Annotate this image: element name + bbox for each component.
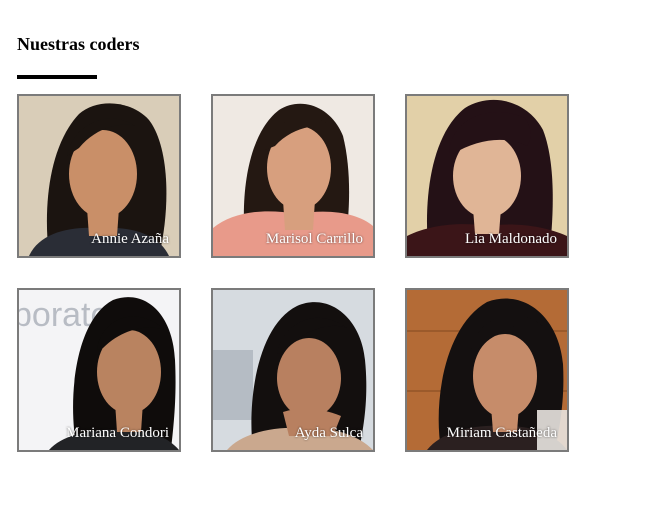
coder-name: Annie Azaña bbox=[91, 231, 169, 247]
coder-name: Mariana Condori bbox=[66, 425, 169, 441]
coder-name: Lia Maldonado bbox=[464, 231, 557, 247]
coder-card[interactable]: Ayda Sulca bbox=[211, 288, 375, 452]
coder-card[interactable]: Miriam Castañeda bbox=[405, 288, 569, 452]
coder-name: Ayda Sulca bbox=[294, 425, 363, 441]
coder-card[interactable]: Annie Azaña bbox=[17, 94, 181, 258]
title-underline bbox=[17, 75, 97, 79]
coder-card[interactable]: Marisol Carrillo bbox=[211, 94, 375, 258]
coder-name: Miriam Castañeda bbox=[446, 425, 557, 441]
coder-card[interactable]: boratori Mariana Condori bbox=[17, 288, 181, 452]
coder-name: Marisol Carrillo bbox=[265, 231, 363, 247]
coder-card[interactable]: Lia Maldonado bbox=[405, 94, 569, 258]
section-title: Nuestras coders bbox=[17, 34, 140, 54]
